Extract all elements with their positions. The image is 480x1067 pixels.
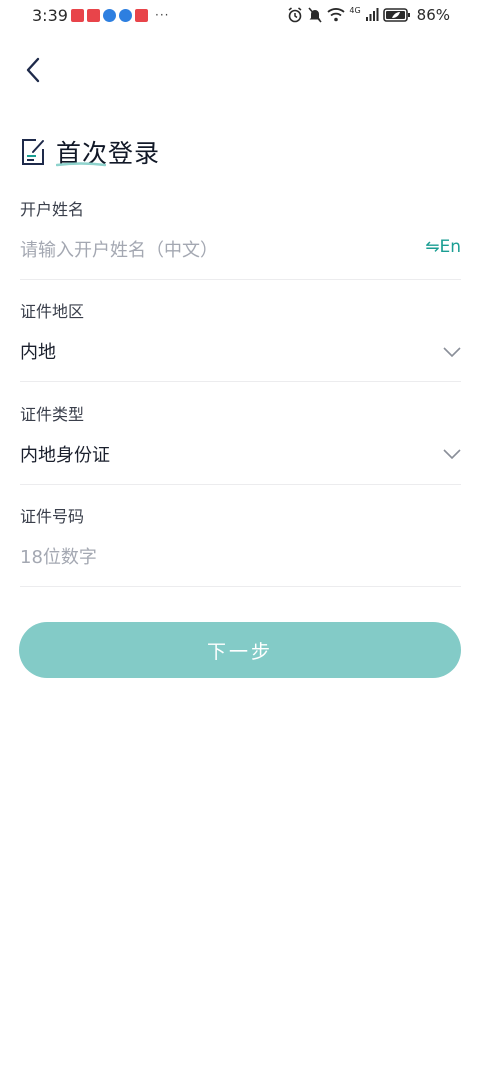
divider <box>20 484 461 485</box>
back-button[interactable] <box>18 54 48 86</box>
more-notifications-icon: ··· <box>155 8 170 22</box>
mute-bell-icon <box>308 7 322 23</box>
title-underline-decoration <box>56 162 106 167</box>
app-notification-icon <box>87 8 100 22</box>
signal-icon <box>365 8 379 21</box>
next-button[interactable]: 下一步 <box>19 622 461 678</box>
notification-icons: ··· <box>71 8 169 22</box>
region-field[interactable]: 证件地区 内地 <box>20 298 461 380</box>
battery-icon <box>382 8 410 22</box>
id-type-label: 证件类型 <box>20 405 85 424</box>
name-field: 开户姓名 请输入开户姓名（中文） ⇋En <box>20 196 461 278</box>
chevron-down-icon[interactable] <box>443 449 461 459</box>
id-number-label: 证件号码 <box>20 507 85 526</box>
chevron-down-icon[interactable] <box>443 347 461 357</box>
chevron-left-icon <box>26 57 40 83</box>
divider <box>20 586 461 587</box>
status-bar: 3:39 ··· 4G 86% <box>0 0 480 32</box>
divider <box>20 279 461 280</box>
network-type: 4G <box>349 5 361 15</box>
id-number-input[interactable]: 18位数字 <box>20 543 97 569</box>
status-time: 3:39 <box>32 6 68 25</box>
music-notification-icon <box>103 8 116 22</box>
battery-percentage: 86% <box>416 6 450 24</box>
app-notification-icon <box>135 8 148 22</box>
id-number-field: 证件号码 18位数字 <box>20 503 461 585</box>
alarm-icon <box>288 7 302 23</box>
region-select[interactable]: 内地 <box>20 338 56 364</box>
system-icons: 4G 86% <box>287 6 450 24</box>
divider <box>20 381 461 382</box>
id-type-select[interactable]: 内地身份证 <box>20 441 110 467</box>
edit-document-icon <box>22 139 44 165</box>
name-input[interactable]: 请输入开户姓名（中文） <box>20 236 218 262</box>
browser-notification-icon <box>119 8 132 22</box>
wifi-icon <box>327 8 345 22</box>
id-type-field[interactable]: 证件类型 内地身份证 <box>20 401 461 483</box>
language-toggle-button[interactable]: ⇋En <box>425 237 461 257</box>
app-notification-icon <box>71 8 84 22</box>
name-label: 开户姓名 <box>20 200 85 219</box>
region-label: 证件地区 <box>20 302 85 321</box>
